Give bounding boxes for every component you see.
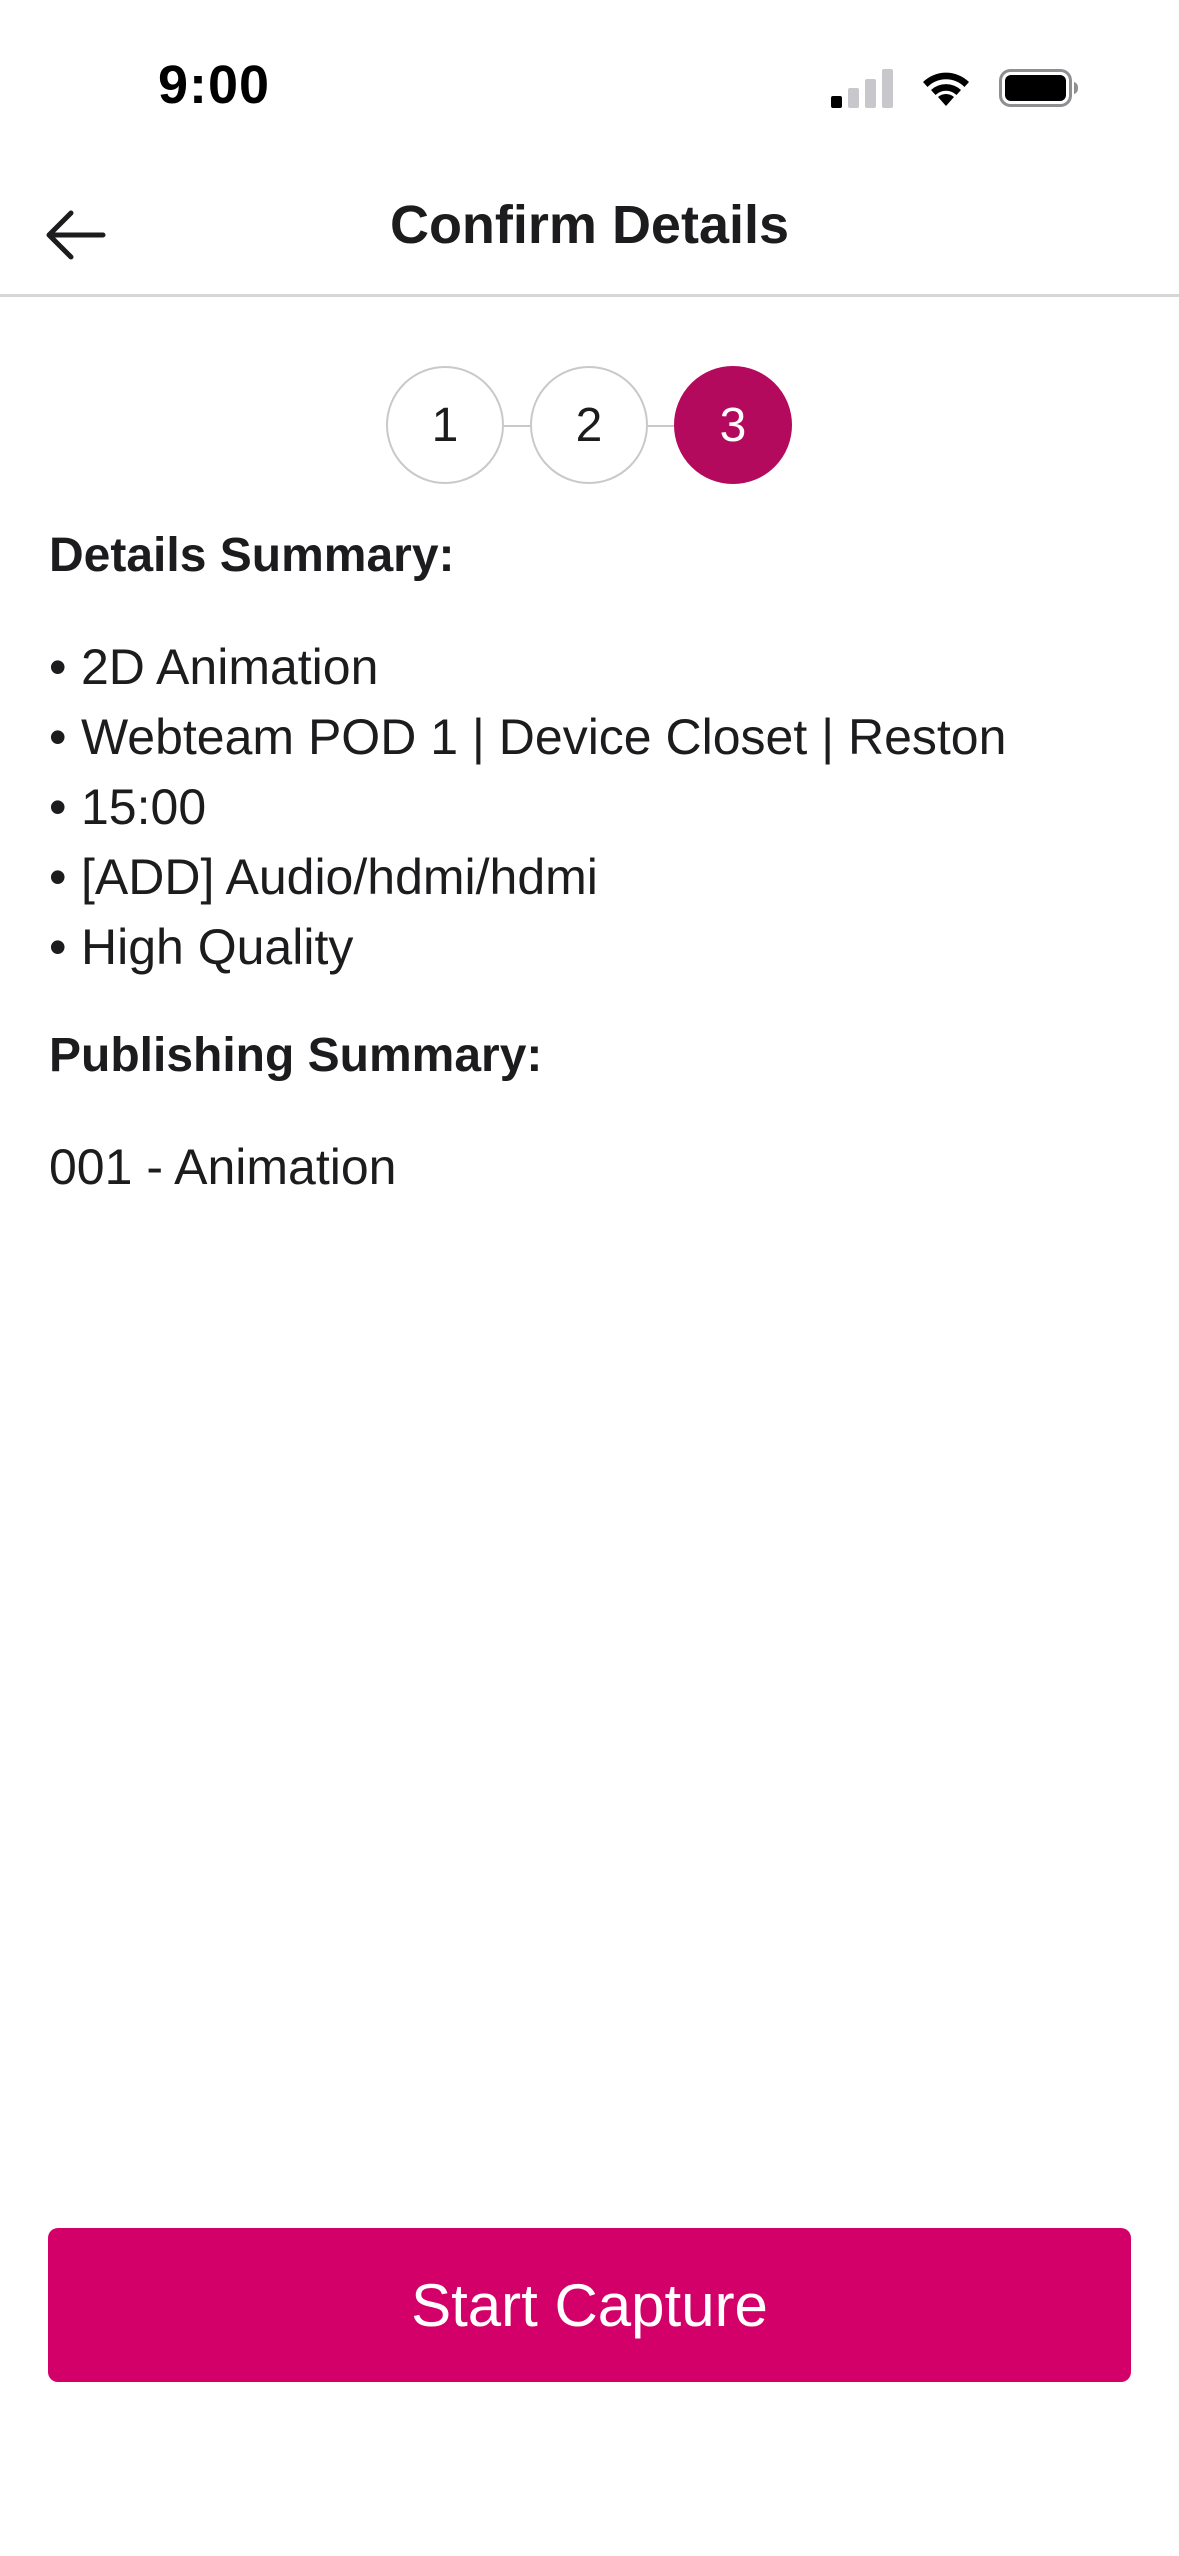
list-item: • 2D Animation [49, 632, 1129, 702]
summary-content: Details Summary: • 2D Animation • Webteam … [49, 520, 1129, 1202]
navigation-header: Confirm Details [0, 170, 1179, 297]
details-summary-heading: Details Summary: [49, 529, 455, 582]
status-icons [831, 66, 1079, 110]
detail-text: 2D Animation [81, 639, 379, 695]
detail-text: 15:00 [81, 779, 207, 835]
bullet: • [49, 639, 67, 695]
list-item: • Webteam POD 1 | Device Closet | Reston [49, 702, 1129, 772]
cellular-signal-icon [831, 68, 893, 108]
status-time: 9:00 [158, 55, 271, 115]
step-connector [504, 425, 530, 427]
detail-text: High Quality [81, 919, 354, 975]
list-item: • [ADD] Audio/hdmi/hdmi [49, 842, 1129, 912]
step-1: 1 [386, 366, 504, 484]
status-bar: 9:00 [0, 0, 1179, 170]
page-title: Confirm Details [389, 195, 790, 255]
start-capture-button[interactable]: Start Capture [48, 2228, 1131, 2382]
step-3: 3 [674, 366, 792, 484]
wifi-icon [919, 68, 973, 108]
step-connector [648, 425, 674, 427]
bullet: • [49, 709, 67, 765]
battery-icon [999, 68, 1079, 108]
detail-text: [ADD] Audio/hdmi/hdmi [81, 849, 598, 905]
bullet: • [49, 919, 67, 975]
progress-stepper: 1 2 3 [0, 366, 1179, 486]
publishing-summary-heading: Publishing Summary: [49, 1029, 543, 1082]
list-item: • High Quality [49, 912, 1129, 982]
detail-text: Webteam POD 1 | Device Closet | Reston [81, 709, 1007, 765]
details-list: • 2D Animation • Webteam POD 1 | Device Cl… [49, 632, 1129, 982]
step-2: 2 [530, 366, 648, 484]
list-item: • 15:00 [49, 772, 1129, 842]
publishing-summary-value: 001 - Animation [49, 1139, 397, 1195]
bullet: • [49, 779, 67, 835]
bullet: • [49, 849, 67, 905]
